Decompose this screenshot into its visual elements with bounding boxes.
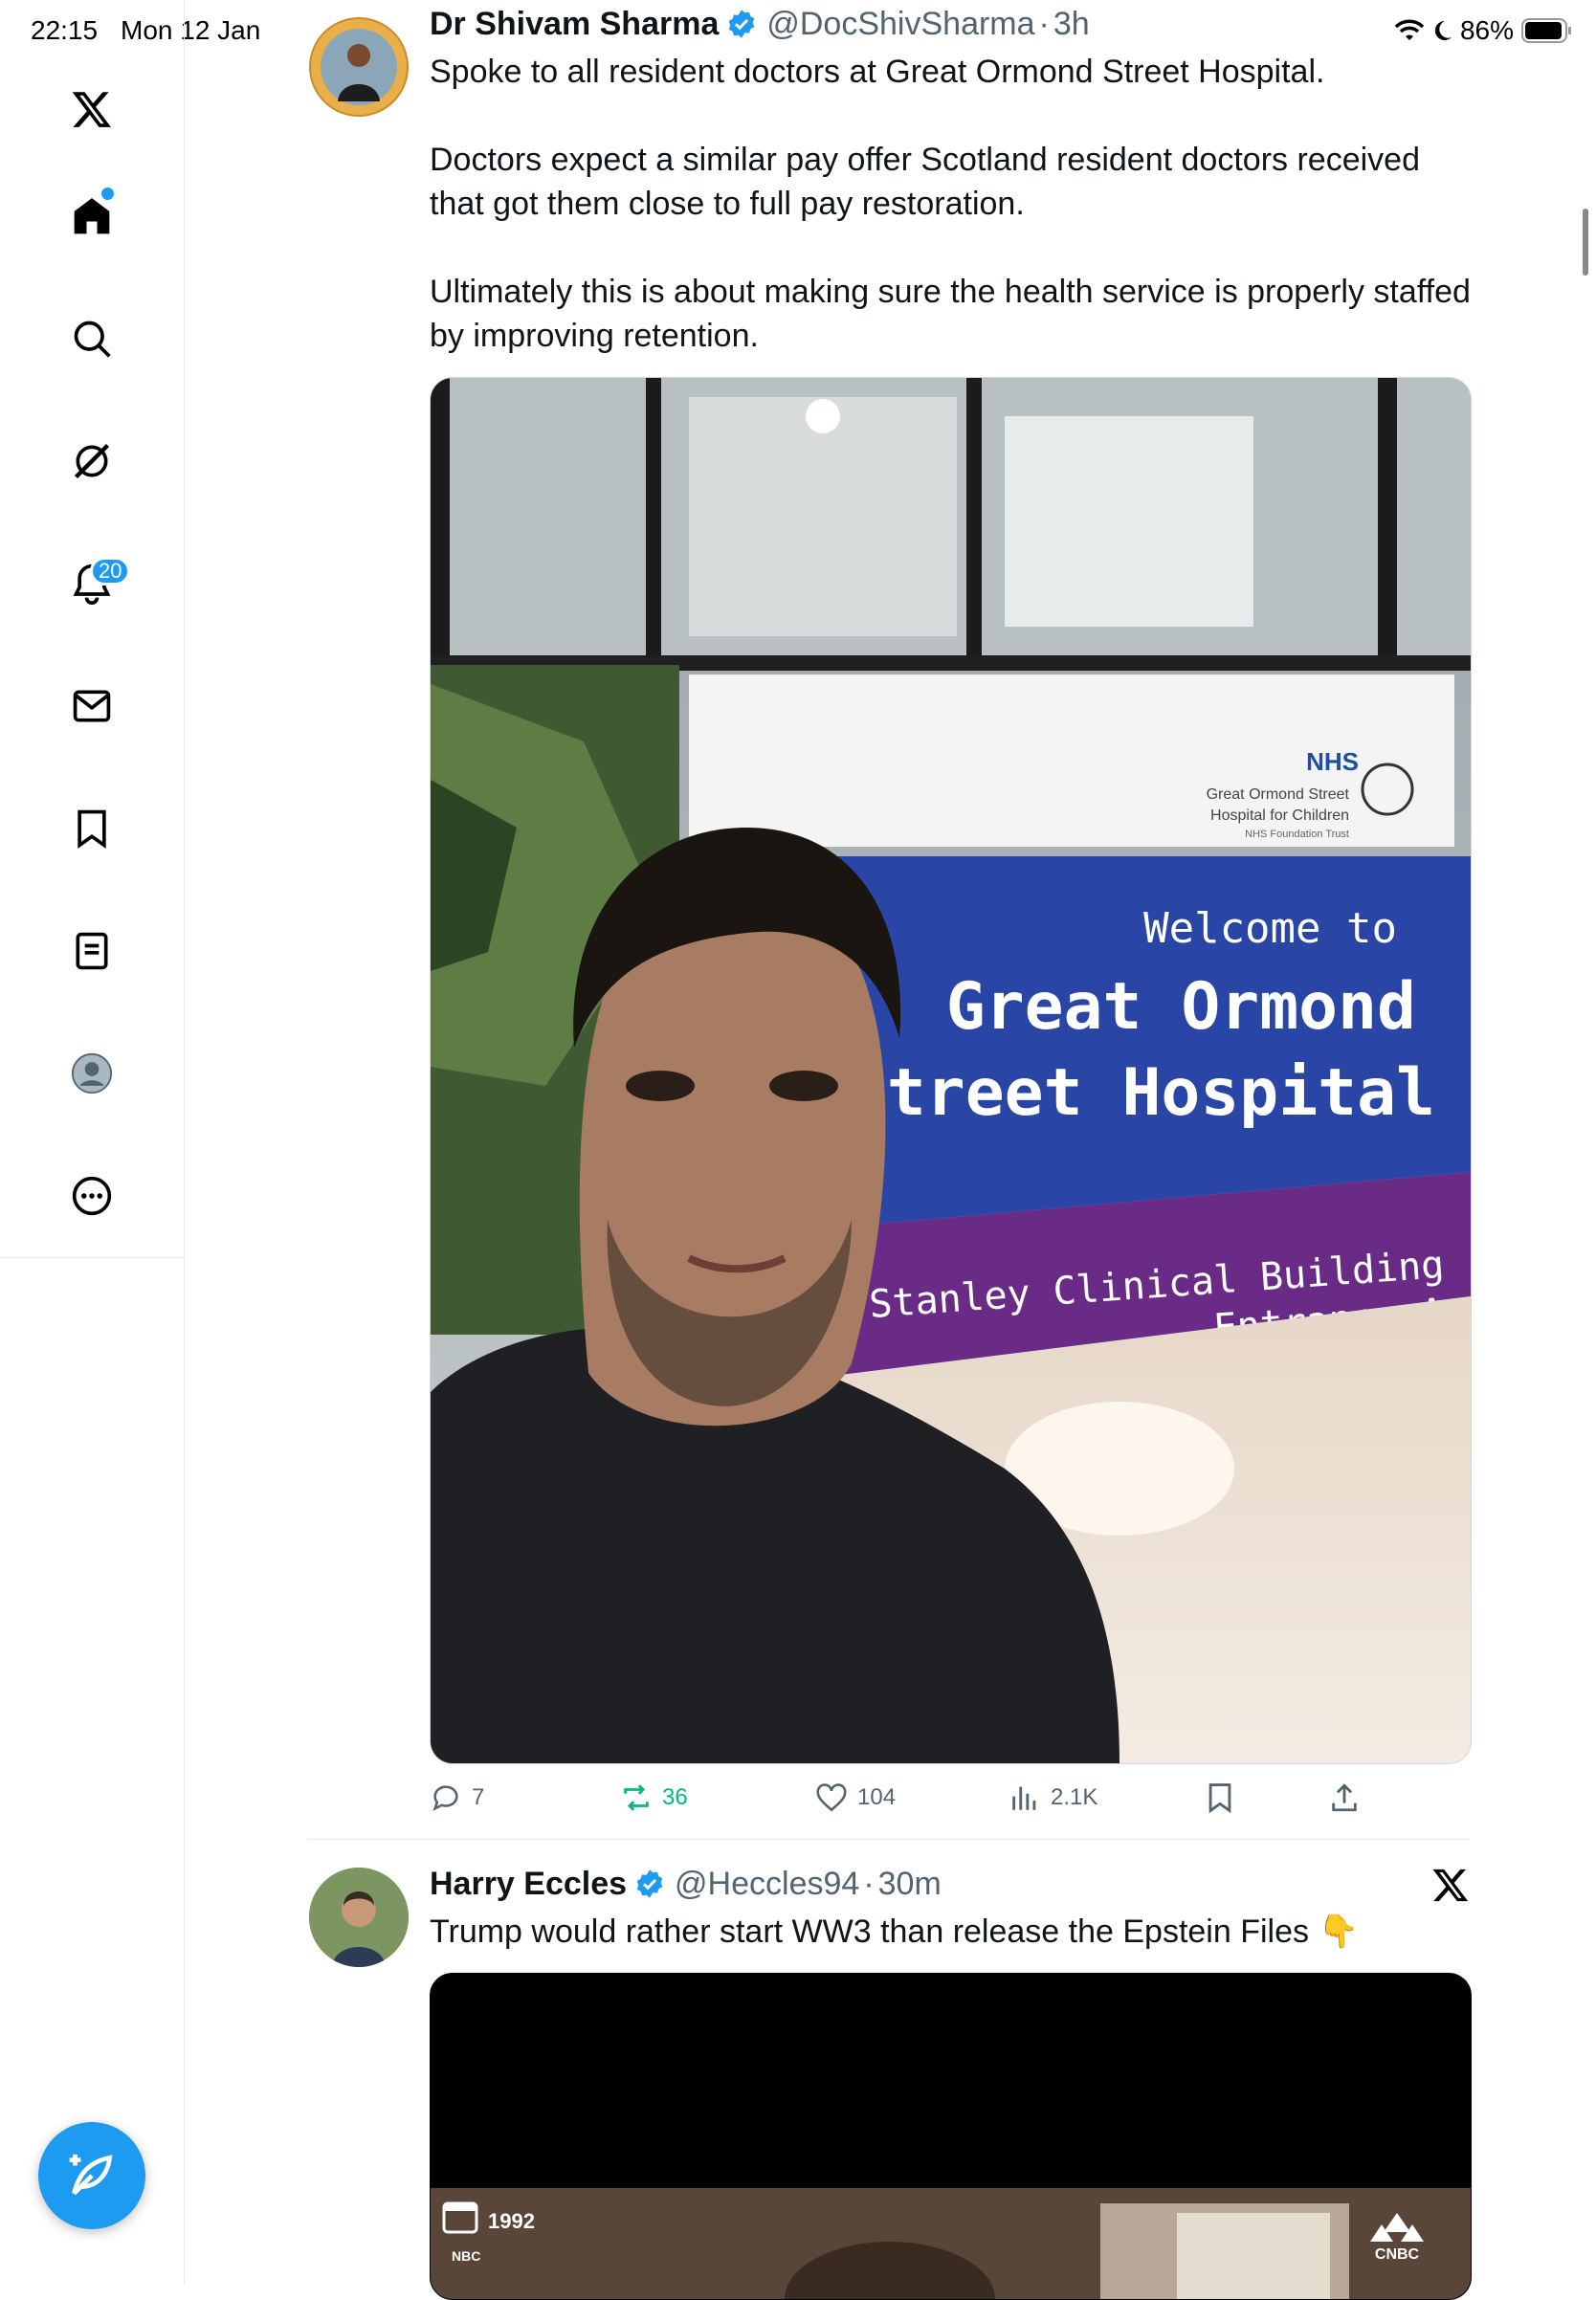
battery-icon [1521,18,1571,43]
header-separator: · [863,1865,875,1902]
tweet-time[interactable]: 3h [1053,6,1090,43]
tweet-text: Trump would rather start WW3 than releas… [430,1913,1359,1950]
tweet-video[interactable]: 1992 NBC CNBC [430,1973,1472,2300]
bookmark-icon [1208,1783,1231,1814]
notifications-badge: 20 [90,557,131,586]
sign-title-line2: Street Hospital [848,1055,1435,1131]
more-icon[interactable] [61,1165,122,1227]
verified-badge-icon [729,10,755,38]
status-icons: 86% [1394,11,1573,50]
verified-badge-icon [636,1869,663,1898]
profile-icon[interactable] [61,1043,122,1104]
like-button[interactable]: 104 [815,1781,896,1814]
tweet-divider [308,1839,1470,1840]
tweet-image[interactable]: NHS Great Ormond Street Hospital for Chi… [430,377,1472,1764]
grok-icon[interactable] [61,431,122,492]
author-name[interactable]: Harry Eccles [430,1866,627,1903]
share-icon [1332,1783,1357,1812]
video-year-label: 1992 [488,2209,535,2233]
reply-count: 7 [472,1784,485,1810]
views-button[interactable]: 2.1K [1009,1781,1097,1814]
repost-icon [624,1784,649,1811]
home-notification-dot [101,188,114,200]
sign-org-line2: Hospital for Children [1210,807,1349,824]
sidebar-divider [0,1257,184,1258]
x-logo-icon[interactable] [1431,1866,1470,1904]
video-network-label: NBC [452,2248,480,2264]
bookmark-icon[interactable] [61,798,122,859]
tweet-text: Spoke to all resident doctors at Great O… [430,54,1471,354]
video-channel-label: CNBC [1375,2246,1420,2263]
header-separator: · [1038,5,1050,42]
photo-selfie: NHS Great Ormond Street Hospital for Chi… [431,378,1471,1763]
reply-button[interactable]: 7 [430,1781,484,1814]
sign-org-line1: Great Ormond Street [1207,786,1350,803]
x-logo-icon[interactable] [61,78,122,140]
compose-button[interactable] [38,2122,145,2229]
share-button[interactable] [1328,1781,1361,1814]
tweet-header: Dr Shivam Sharma @DocShivSharma · 3h [430,2,1090,46]
sign-org-line3: NHS Foundation Trust [1245,829,1349,840]
reply-icon [432,1785,458,1811]
author-handle[interactable]: @DocShivSharma [766,6,1034,43]
bookmark-button[interactable] [1204,1781,1236,1814]
moon-icon [1434,20,1452,40]
tweet-time[interactable]: 30m [878,1866,942,1903]
sidebar: 20 [0,0,185,2285]
views-icon [1012,1786,1036,1810]
battery-percent: 86% [1459,15,1514,45]
sign-welcome-text: Welcome to [1143,904,1397,953]
wifi-icon [1394,19,1424,40]
repost-count: 36 [662,1784,688,1810]
scrollbar[interactable] [1583,209,1588,276]
views-count: 2.1K [1051,1784,1098,1810]
sign-title-line1: Great Ormond [946,969,1416,1045]
repost-button[interactable]: 36 [620,1781,688,1814]
avatar[interactable] [309,1868,409,1967]
author-name[interactable]: Dr Shivam Sharma [430,6,719,43]
avatar[interactable] [309,17,409,117]
tweet-header: Harry Eccles @Heccles94 · 30m [430,1862,942,1906]
list-icon[interactable] [61,920,122,982]
like-count: 104 [857,1784,897,1810]
compose-icon [69,2154,113,2196]
heart-icon [816,1783,847,1812]
envelope-icon[interactable] [61,675,122,737]
sign-nhs-label: NHS [1306,747,1359,776]
video-frame: 1992 NBC CNBC [431,1974,1471,2299]
search-icon[interactable] [61,308,122,369]
author-handle[interactable]: @Heccles94 [675,1866,859,1903]
